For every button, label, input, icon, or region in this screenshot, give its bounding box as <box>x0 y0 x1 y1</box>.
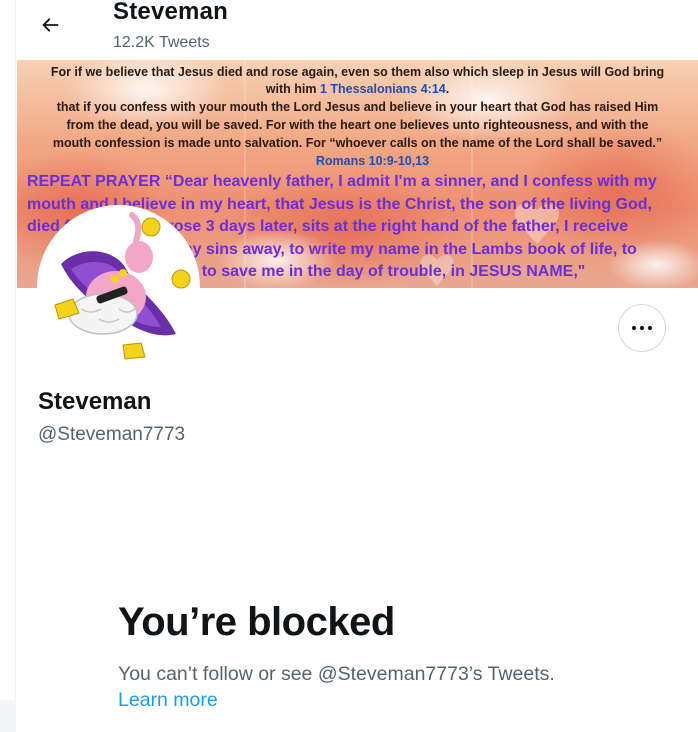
more-horizontal-icon <box>648 326 652 330</box>
banner-line: that if you confess with your mouth the … <box>56 100 659 114</box>
profile-name: Steveman <box>38 388 152 415</box>
banner-line: mouth confession is made unto salvation.… <box>52 136 663 150</box>
profile-page: Steveman 12.2K Tweets For if we believe … <box>0 0 698 732</box>
more-horizontal-icon <box>640 326 644 330</box>
blocked-message: You can’t follow or see @Steveman7773’s … <box>118 663 555 685</box>
more-options-button[interactable] <box>618 304 666 352</box>
banner-line: For if we believe that Jesus died and ro… <box>50 65 665 79</box>
sidebar-edge <box>0 700 16 732</box>
learn-more-link[interactable]: Learn more <box>118 689 218 712</box>
header-tweet-count: 12.2K Tweets <box>113 34 210 51</box>
header-profile-name: Steveman <box>113 0 228 25</box>
banner-scripture-ref: 1 Thessalonians 4:14 <box>319 82 446 96</box>
blocked-title: You’re blocked <box>118 600 395 644</box>
avatar[interactable] <box>37 205 200 368</box>
arrow-left-icon <box>42 18 59 32</box>
profile-handle: @Steveman7773 <box>38 424 186 445</box>
banner-line: with him 1 Thessalonians 4:14. <box>17 81 698 98</box>
banner-prayer-line: REPEAT PRAYER “Dear heavenly father, I a… <box>27 173 657 190</box>
banner-scripture-ref: Romans 10:9-10,13 <box>315 154 430 168</box>
more-horizontal-icon <box>632 326 636 330</box>
banner-line: from the dead, you will be saved. For wi… <box>66 118 649 132</box>
avatar-cartoon-character <box>41 209 196 364</box>
banner-line-suffix: . <box>445 82 450 96</box>
column-divider <box>15 0 16 732</box>
back-button[interactable] <box>32 7 68 43</box>
banner-line-text: with him <box>265 82 317 96</box>
